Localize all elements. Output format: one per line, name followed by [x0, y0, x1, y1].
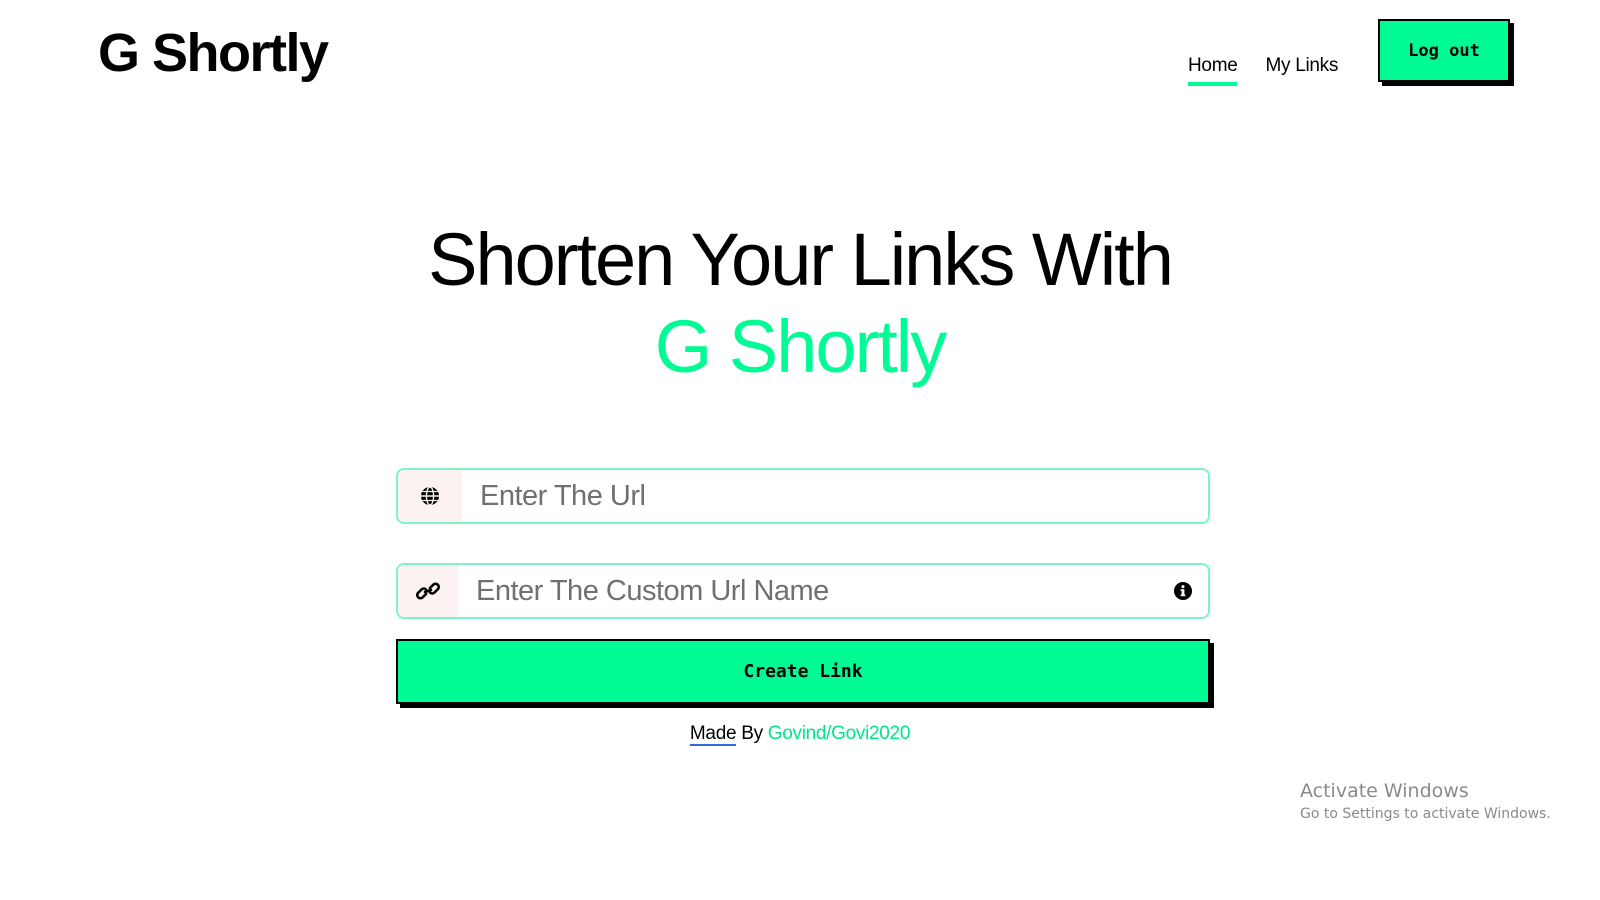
nav-my-links[interactable]: My Links	[1265, 54, 1338, 86]
watermark-subtitle: Go to Settings to activate Windows.	[1300, 806, 1551, 822]
main-nav: Home My Links	[1188, 54, 1338, 86]
info-button[interactable]	[1158, 565, 1208, 617]
site-logo[interactable]: G Shortly	[98, 22, 329, 84]
link-icon	[416, 581, 440, 601]
hero-brand: G Shortly	[654, 305, 947, 388]
url-prefix	[398, 470, 462, 522]
custom-url-prefix	[398, 565, 458, 617]
windows-activation-watermark: Activate Windows Go to Settings to activ…	[1300, 778, 1551, 824]
url-field	[396, 468, 1210, 524]
page: G Shortly Home My Links Log out Shorten …	[0, 0, 1600, 900]
custom-url-field	[396, 563, 1210, 619]
globe-icon	[420, 486, 440, 506]
made-text: Made	[689, 723, 737, 746]
watermark-title: Activate Windows	[1300, 780, 1469, 802]
footer-credit: Made By Govind/Govi2020	[0, 722, 1600, 746]
nav-home[interactable]: Home	[1188, 54, 1238, 86]
logout-button[interactable]: Log out	[1378, 19, 1510, 82]
hero-heading: Shorten Your Links With	[428, 218, 1174, 301]
author-link[interactable]: Govind/Govi2020	[768, 723, 911, 744]
by-text: By	[736, 723, 768, 744]
info-icon	[1173, 581, 1193, 601]
custom-url-input[interactable]	[458, 565, 1158, 617]
url-input[interactable]	[462, 470, 1208, 522]
create-link-button[interactable]: Create Link	[396, 639, 1210, 704]
